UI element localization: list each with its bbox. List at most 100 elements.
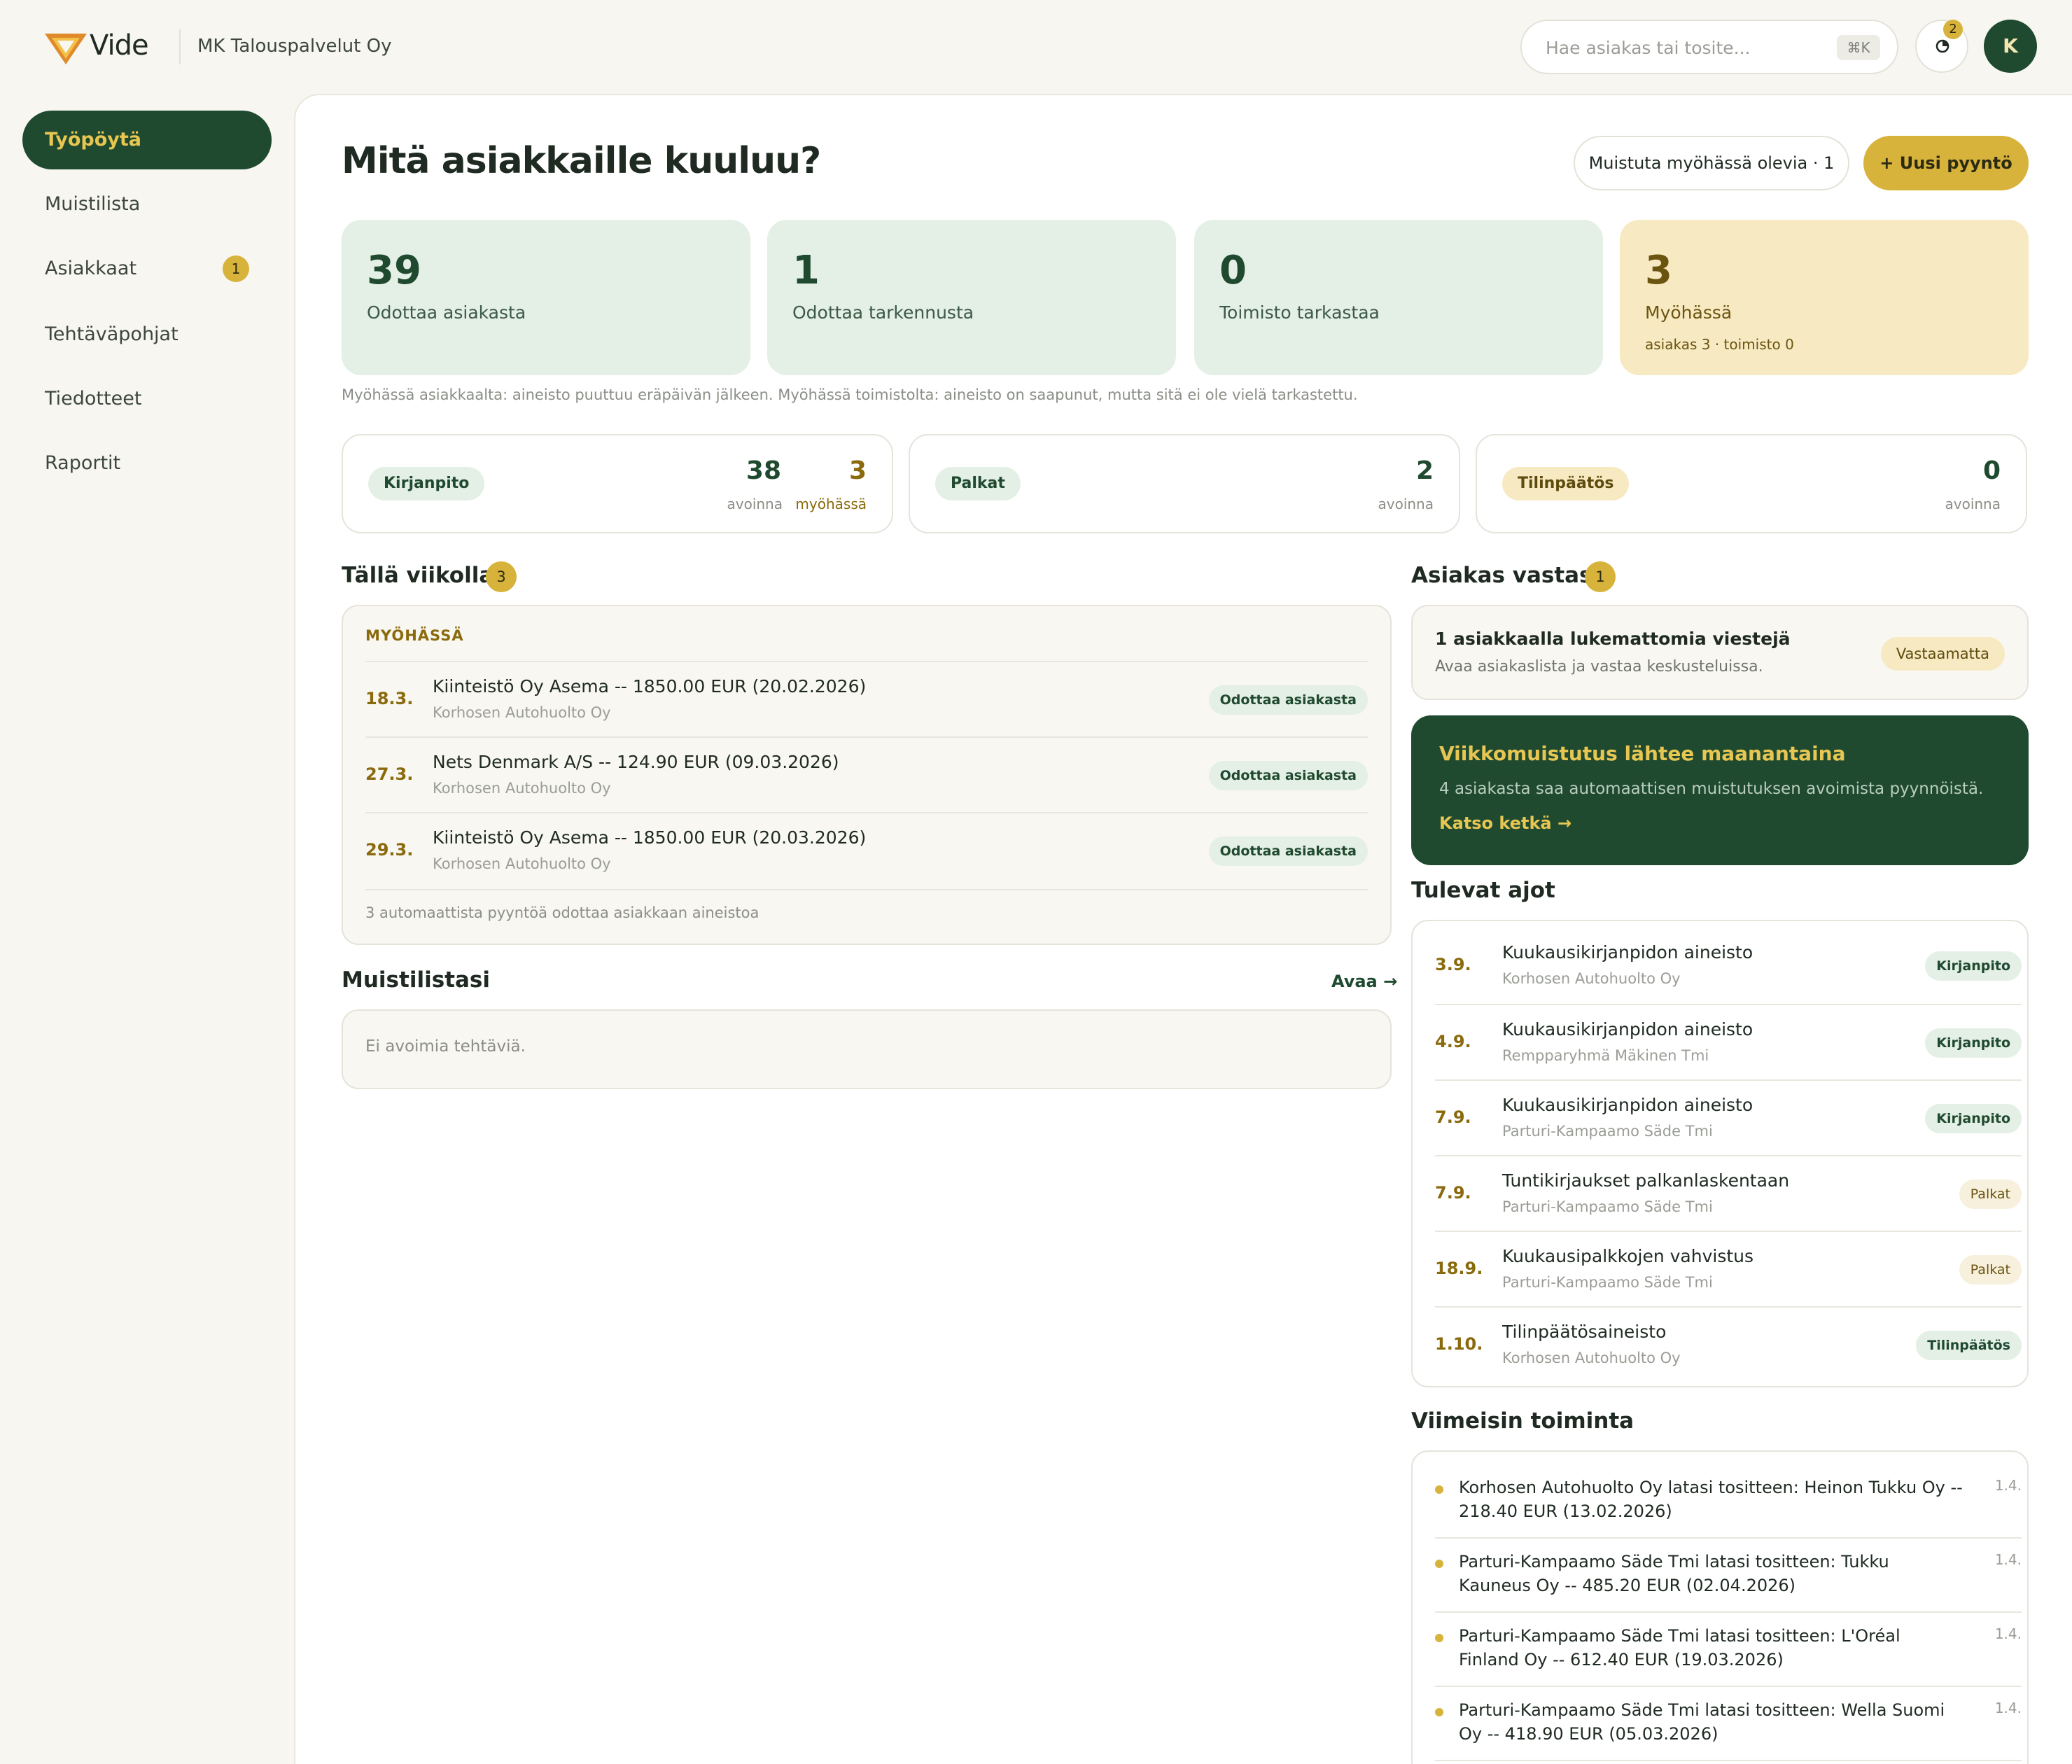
vide-logo[interactable]: Vide	[45, 29, 164, 67]
search-shortcut-hint: ⌘K	[1837, 35, 1880, 60]
category-tag: Palkat	[1959, 1255, 2022, 1284]
new-request-button[interactable]: + Uusi pyyntö	[1863, 136, 2029, 190]
user-avatar[interactable]: K	[1984, 20, 2037, 73]
activity-date: 1.4.	[1994, 1700, 2022, 1716]
stat-label: Odottaa tarkennusta	[792, 302, 974, 323]
remind-overdue-button[interactable]: Muistuta myöhässä olevia · 1	[1574, 136, 1849, 190]
activity-dot	[1435, 1634, 1443, 1642]
row-date: 27.3.	[365, 764, 414, 784]
row-date: 29.3.	[365, 840, 414, 860]
list-item[interactable]: 1.10. Tilinpäätösaineisto Korhosen Autoh…	[1435, 1306, 2022, 1382]
stat-label: Myöhässä	[1645, 302, 1732, 323]
activity-item[interactable]: Korhosen Autohuolto Oy latasi tositteen:…	[1435, 1464, 2022, 1539]
stat-sublabel: asiakas 3 · toimisto 0	[1645, 336, 1794, 353]
list-item[interactable]: 7.9. Kuukausikirjanpidon aineisto Partur…	[1435, 1079, 2022, 1155]
open-count: 0	[1982, 456, 2001, 485]
row-title: Kuukausikirjanpidon aineisto	[1502, 1019, 1754, 1040]
overdue-section-label: MYÖHÄSSÄ	[365, 627, 464, 644]
row-client: Korhosen Autohuolto Oy	[433, 855, 611, 872]
activity-item[interactable]: Parturi-Kampaamo Säde Tmi latasi tositte…	[1435, 1687, 2022, 1761]
sidebar: Työpöytä Muistilista Asiakkaat 1 Tehtävä…	[0, 94, 294, 1764]
row-title: Kuukausipalkkojen vahvistus	[1502, 1246, 1754, 1266]
activity-text: Parturi-Kampaamo Säde Tmi latasi tositte…	[1459, 1626, 1900, 1670]
table-row[interactable]: 27.3. Nets Denmark A/S -- 124.90 EUR (09…	[365, 736, 1368, 812]
stat-card-office-review[interactable]: 0 Toimisto tarkastaa	[1194, 220, 1603, 375]
this-week-footer: 3 automaattista pyyntöä odottaa asiakkaa…	[365, 904, 760, 921]
status-badge: Odottaa asiakasta	[1208, 761, 1368, 790]
category-tag: Tilinpäätös	[1916, 1331, 2022, 1360]
see-who-link[interactable]: Katso ketkä →	[1439, 813, 1572, 833]
sidebar-item-clients[interactable]: Asiakkaat 1	[22, 239, 272, 298]
category-pill: Tilinpäätös	[1502, 467, 1630, 500]
row-client: Korhosen Autohuolto Oy	[1502, 970, 1681, 987]
open-label: avoinna	[1945, 496, 2001, 512]
category-tag: Kirjanpito	[1925, 1028, 2022, 1058]
activity-date: 1.4.	[1994, 1477, 2022, 1494]
category-tag: Kirjanpito	[1925, 1104, 2022, 1133]
sidebar-item-templates[interactable]: Tehtäväpohjat	[22, 305, 272, 364]
replied-heading: 1 asiakkaalla lukemattomia viestejä	[1435, 629, 1791, 649]
sidebar-item-announcements[interactable]: Tiedotteet	[22, 370, 272, 428]
activity-item[interactable]: Parturi-Kampaamo Säde Tmi latasi tositte…	[1435, 1613, 2022, 1687]
list-item[interactable]: 4.9. Kuukausikirjanpidon aineisto Remppa…	[1435, 1004, 2022, 1079]
row-client: Parturi-Kampaamo Säde Tmi	[1502, 1198, 1713, 1215]
sidebar-item-dashboard[interactable]: Työpöytä	[22, 111, 272, 169]
row-client: Rempparyhmä Mäkinen Tmi	[1502, 1047, 1709, 1064]
open-label: avoinna	[1378, 496, 1434, 512]
header-divider	[179, 29, 181, 64]
recent-activity-title: Viimeisin toiminta	[1411, 1408, 1634, 1434]
notes-open-link[interactable]: Avaa →	[1331, 972, 1397, 991]
stat-value: 3	[1645, 248, 1672, 293]
open-count: 38	[746, 456, 781, 485]
row-title: Kiinteistö Oy Asema -- 1850.00 EUR (20.0…	[433, 827, 867, 848]
main-content: Mitä asiakkaille kuuluu? Muistuta myöhäs…	[294, 94, 2072, 1764]
category-card-bookkeeping[interactable]: Kirjanpito 38 avoinna 3 myöhässä	[342, 434, 893, 533]
refresh-button[interactable]: 2	[1915, 20, 1968, 73]
notes-title: Muistilistasi	[342, 967, 490, 993]
list-item[interactable]: 7.9. Tuntikirjaukset palkanlaskentaan Pa…	[1435, 1155, 2022, 1231]
activity-text: Parturi-Kampaamo Säde Tmi latasi tositte…	[1459, 1700, 1945, 1744]
sidebar-item-notes[interactable]: Muistilista	[22, 175, 272, 234]
promo-heading: Viikkomuistutus lähtee maanantaina	[1439, 742, 1846, 765]
vide-logo-mark	[45, 34, 87, 64]
search-input[interactable]	[1546, 35, 1826, 60]
stat-card-waiting-client[interactable]: 39 Odottaa asiakasta	[342, 220, 750, 375]
category-card-financial-statements[interactable]: Tilinpäätös 0 avoinna	[1476, 434, 2027, 533]
row-client: Parturi-Kampaamo Säde Tmi	[1502, 1274, 1713, 1291]
clients-count-badge: 1	[223, 255, 249, 282]
activity-dot	[1435, 1708, 1443, 1716]
notes-card: Ei avoimia tehtäviä.	[342, 1009, 1392, 1089]
search-box[interactable]: ⌘K	[1520, 20, 1898, 74]
category-tag: Kirjanpito	[1925, 951, 2022, 981]
row-date: 1.10.	[1435, 1334, 1483, 1354]
client-replied-card[interactable]: 1 asiakkaalla lukemattomia viestejä Avaa…	[1411, 605, 2029, 700]
replied-text: Avaa asiakaslista ja vastaa keskusteluis…	[1435, 658, 1763, 676]
late-count: 3	[848, 456, 867, 485]
row-title: Tilinpäätösaineisto	[1502, 1322, 1667, 1342]
table-row[interactable]: 18.3. Kiinteistö Oy Asema -- 1850.00 EUR…	[365, 661, 1368, 736]
notification-count-badge: 2	[1943, 20, 1963, 39]
sidebar-item-reports[interactable]: Raportit	[22, 434, 272, 493]
activity-date: 1.4.	[1994, 1551, 2022, 1568]
activity-text: Korhosen Autohuolto Oy latasi tositteen:…	[1459, 1478, 1963, 1521]
organization-name[interactable]: MK Talouspalvelut Oy	[197, 36, 391, 57]
category-card-payroll[interactable]: Palkat 2 avoinna	[909, 434, 1460, 533]
stat-value: 39	[367, 248, 421, 293]
stat-value: 1	[792, 248, 820, 293]
table-row[interactable]: 29.3. Kiinteistö Oy Asema -- 1850.00 EUR…	[365, 812, 1368, 890]
promo-text: 4 asiakasta saa automaattisen muistutuks…	[1439, 780, 1984, 798]
row-title: Kuukausikirjanpidon aineisto	[1502, 942, 1754, 962]
status-badge: Odottaa asiakasta	[1208, 685, 1368, 715]
row-client: Korhosen Autohuolto Oy	[433, 780, 611, 797]
client-replied-count-badge: 1	[1585, 561, 1616, 592]
this-week-title: Tällä viikolla	[342, 563, 494, 588]
upcoming-card: 3.9. Kuukausikirjanpidon aineisto Korhos…	[1411, 920, 2029, 1387]
stat-card-waiting-clarification[interactable]: 1 Odottaa tarkennusta	[767, 220, 1176, 375]
list-item[interactable]: 18.9. Kuukausipalkkojen vahvistus Partur…	[1435, 1231, 2022, 1306]
stat-card-overdue[interactable]: 3 Myöhässä asiakas 3 · toimisto 0	[1620, 220, 2029, 375]
activity-item[interactable]: Parturi-Kampaamo Säde Tmi latasi tositte…	[1435, 1539, 2022, 1613]
list-item[interactable]: 3.9. Kuukausikirjanpidon aineisto Korhos…	[1435, 928, 2022, 1004]
this-week-count-badge: 3	[486, 561, 517, 592]
row-date: 18.3.	[365, 689, 414, 708]
stat-value: 0	[1219, 248, 1247, 293]
